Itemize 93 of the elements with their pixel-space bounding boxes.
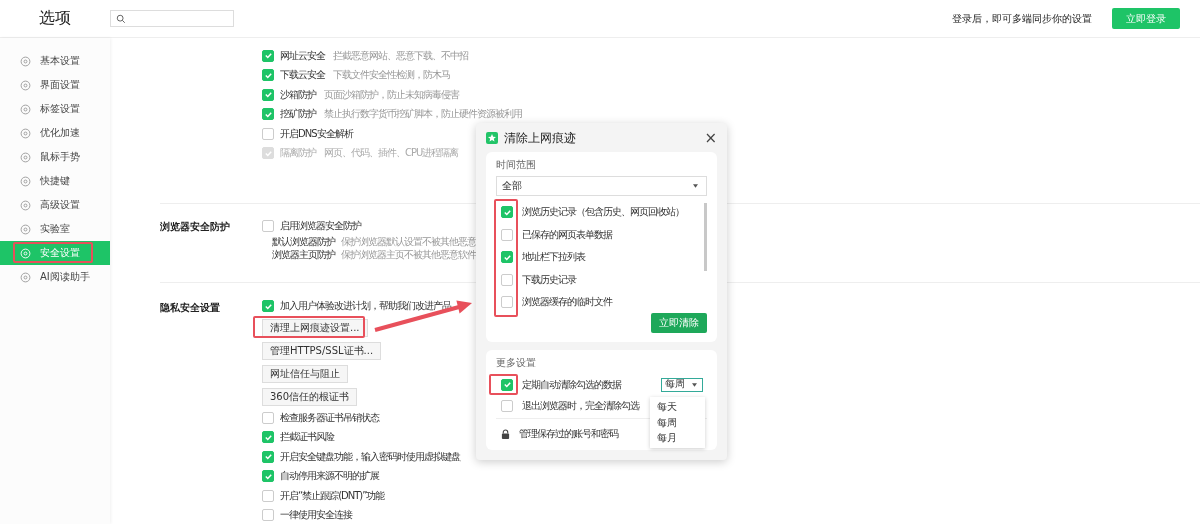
checkbox[interactable] bbox=[501, 206, 513, 219]
checkbox[interactable] bbox=[262, 127, 274, 140]
sidebar-item[interactable]: 标签设置 bbox=[0, 97, 110, 121]
settings-category-icon bbox=[20, 55, 31, 67]
option-description: 禁止执行数字货币挖矿脚本，防止硬件资源被利用 bbox=[324, 107, 522, 122]
protection-description: 保护浏览器主页不被其他恶意软件 bbox=[341, 248, 476, 262]
sidebar-item[interactable]: 快捷键 bbox=[0, 169, 110, 193]
settings-button[interactable]: 360信任的根证书 bbox=[262, 387, 358, 406]
menu-item[interactable]: 每天 bbox=[650, 399, 705, 415]
option-label: 地址栏下拉列表 bbox=[522, 250, 585, 265]
login-hint: 登录后，即可多端同步你的设置 bbox=[952, 11, 1092, 26]
menu-item[interactable]: 每周 bbox=[650, 414, 705, 430]
option-label: 定期自动清除勾选的数据 bbox=[522, 377, 621, 392]
section-label: 更多设置 bbox=[496, 356, 537, 370]
option-label: 下载历史记录 bbox=[522, 272, 576, 287]
option-label: 开启DNS安全解析 bbox=[280, 126, 353, 141]
settings-category-icon bbox=[20, 127, 31, 139]
settings-category-icon bbox=[20, 79, 31, 91]
option-description: 拦截恶意网站、恶意下载、不中招 bbox=[333, 48, 468, 63]
checkbox[interactable] bbox=[262, 470, 274, 483]
settings-category-icon bbox=[20, 199, 31, 211]
checkbox[interactable] bbox=[262, 49, 274, 62]
checkbox[interactable] bbox=[501, 296, 513, 309]
option-label: 开启“禁止跟踪(DNT)”功能 bbox=[280, 488, 385, 503]
option-description: 下载文件安全性检测，防木马 bbox=[333, 68, 450, 83]
protection-description: 保护浏览器默认设置不被其他恶意 bbox=[341, 235, 476, 249]
option-label: 挖矿防护 bbox=[280, 107, 316, 122]
option-label: 自动停用来源不明的扩展 bbox=[280, 469, 379, 484]
option-label: 浏览历史记录（包含历史、网页回收站） bbox=[522, 205, 684, 220]
option-label: 沙箱防护 bbox=[280, 87, 316, 102]
option-description: 页面沙箱防护，防止未知病毒侵害 bbox=[324, 87, 459, 102]
protection-label: 浏览器主页防护 bbox=[272, 248, 335, 262]
sidebar-item[interactable]: 实验室 bbox=[0, 217, 110, 241]
search-icon bbox=[116, 13, 126, 24]
sidebar-item[interactable]: 优化加速 bbox=[0, 121, 110, 145]
checkbox[interactable] bbox=[262, 509, 274, 522]
checkbox[interactable] bbox=[262, 219, 274, 232]
checkbox[interactable] bbox=[501, 399, 513, 412]
option-label: 一律使用安全连接 bbox=[280, 508, 352, 523]
checkbox[interactable] bbox=[501, 228, 513, 241]
checkbox[interactable] bbox=[501, 251, 513, 264]
checkbox[interactable] bbox=[501, 378, 513, 391]
option-label: 隔离防护 bbox=[280, 146, 316, 161]
checkbox[interactable] bbox=[262, 450, 274, 463]
settings-button[interactable]: 网址信任与阻止 bbox=[262, 364, 348, 383]
option-description: 网页、代码、插件、CPU进程隔离 bbox=[324, 146, 459, 161]
sidebar-item[interactable]: 界面设置 bbox=[0, 73, 110, 97]
checkbox[interactable] bbox=[262, 108, 274, 121]
settings-category-icon bbox=[20, 247, 31, 259]
search-field[interactable] bbox=[110, 10, 234, 27]
close-button[interactable]: × bbox=[704, 130, 717, 146]
settings-category-icon bbox=[20, 175, 31, 187]
sidebar-item[interactable]: 鼠标手势 bbox=[0, 145, 110, 169]
section-title: 浏览器安全防护 bbox=[160, 221, 230, 232]
option-label: 网址云安全 bbox=[280, 48, 325, 63]
protection-label: 默认浏览器防护 bbox=[272, 235, 335, 249]
settings-button[interactable]: 清理上网痕迹设置... bbox=[262, 318, 368, 337]
settings-category-icon bbox=[20, 223, 31, 235]
lock-icon bbox=[501, 428, 510, 439]
sidebar-item[interactable]: AI阅读助手 bbox=[0, 265, 110, 289]
menu-item[interactable]: 每月 bbox=[650, 430, 705, 446]
checkbox[interactable] bbox=[262, 431, 274, 444]
checkbox[interactable] bbox=[262, 88, 274, 101]
option-label: 拦截证书风险 bbox=[280, 430, 334, 445]
option-label: 开启安全键盘功能，输入密码时使用虚拟键盘 bbox=[280, 449, 460, 464]
settings-category-icon bbox=[20, 151, 31, 163]
sidebar-item[interactable]: 高级设置 bbox=[0, 193, 110, 217]
scrollbar[interactable] bbox=[704, 203, 707, 271]
checkbox[interactable] bbox=[501, 273, 513, 286]
settings-button[interactable]: 管理HTTPS/SSL证书... bbox=[262, 341, 382, 360]
caret-icon bbox=[692, 382, 697, 387]
interval-dropdown[interactable]: 每周 bbox=[661, 377, 703, 392]
manage-passwords-link[interactable]: 管理保存过的账号和密码 bbox=[519, 426, 618, 441]
checkbox[interactable] bbox=[262, 69, 274, 82]
option-label: 退出浏览器时，完全清除勾选 bbox=[522, 398, 639, 413]
page-title: 选项 bbox=[38, 8, 72, 29]
option-label: 已保存的网页表单数据 bbox=[522, 227, 612, 242]
settings-category-icon bbox=[20, 103, 31, 115]
option-label: 浏览器缓存的临时文件 bbox=[522, 295, 612, 310]
sidebar-item[interactable]: 基本设置 bbox=[0, 49, 110, 73]
checkbox[interactable] bbox=[262, 489, 274, 502]
settings-category-icon bbox=[20, 271, 31, 283]
field-label: 时间范围 bbox=[496, 158, 537, 172]
app-icon bbox=[486, 132, 498, 144]
time-range-dropdown[interactable]: 全部 bbox=[496, 176, 707, 196]
checkbox[interactable] bbox=[262, 411, 274, 424]
option-label: 启用浏览器安全防护 bbox=[280, 218, 361, 233]
option-label: 下载云安全 bbox=[280, 68, 325, 83]
checkbox[interactable] bbox=[262, 300, 274, 313]
caret-icon bbox=[693, 184, 698, 188]
section-title: 隐私安全设置 bbox=[160, 301, 220, 313]
option-label: 检查服务器证书吊销状态 bbox=[280, 410, 379, 425]
dialog-title: 清除上网痕迹 bbox=[504, 129, 576, 147]
